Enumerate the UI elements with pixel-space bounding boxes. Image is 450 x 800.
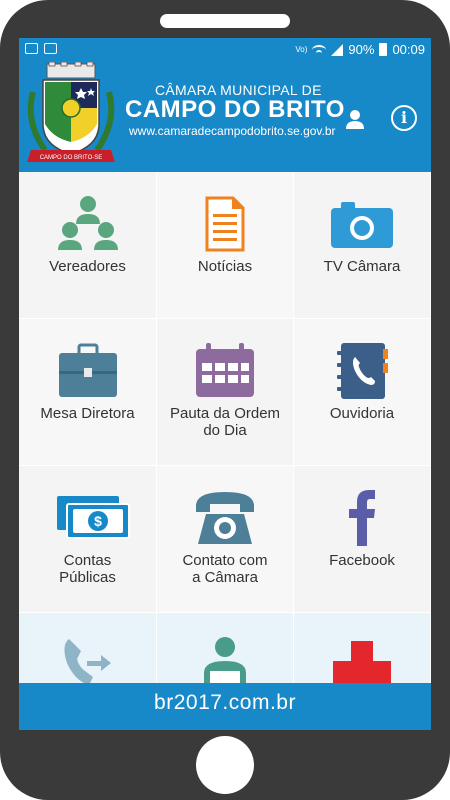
- header-title: CAMPO DO BRITO: [125, 96, 345, 123]
- menu-item-vereadores[interactable]: Vereadores: [19, 172, 157, 319]
- volte-indicator: Vo): [295, 45, 308, 54]
- phone-frame: Vo) 90% 00:09 CAMPO DO BRITO-SE CÂMARA M…: [0, 0, 450, 800]
- crest-ribbon-text: CAMPO DO BRITO-SE: [40, 155, 103, 161]
- app-screen: Vo) 90% 00:09 CAMPO DO BRITO-SE CÂMARA M…: [19, 38, 431, 730]
- councilors-icon: [57, 196, 118, 250]
- gallery-notification-icon: [25, 43, 38, 54]
- screen-notification-icon: [44, 43, 57, 54]
- header-website: www.camaradecampodobrito.se.gov.br: [129, 124, 336, 138]
- camera-icon: [331, 202, 393, 248]
- info-button[interactable]: i: [391, 105, 417, 131]
- news-document-icon: [205, 196, 245, 252]
- calendar-icon: [196, 343, 254, 397]
- menu-label: Ouvidoria: [329, 405, 395, 422]
- menu-item-contas-publicas[interactable]: $ Contas Públicas: [19, 466, 157, 613]
- telephone-icon: [196, 492, 254, 544]
- status-bar: Vo) 90% 00:09: [19, 38, 431, 62]
- app-header: CAMPO DO BRITO-SE CÂMARA MUNICIPAL DE CA…: [19, 62, 431, 172]
- menu-item-pauta[interactable]: Pauta da Ordem do Dia: [157, 319, 294, 466]
- signal-icon: [331, 43, 344, 56]
- menu-label: Contas Públicas: [59, 552, 116, 586]
- menu-label: Facebook: [329, 552, 395, 569]
- phonebook-icon: [337, 343, 388, 399]
- menu-label: Contato com a Câmara: [182, 552, 268, 586]
- footer-banner[interactable]: br2017.com.br: [19, 683, 431, 730]
- phone-speaker: [160, 14, 290, 28]
- menu-label: Mesa Diretora: [40, 405, 135, 422]
- menu-label: TV Câmara: [323, 258, 401, 275]
- clock: 00:09: [392, 42, 425, 57]
- money-icon: $: [56, 496, 130, 539]
- svg-text:$: $: [94, 513, 102, 529]
- red-cross-icon: [333, 641, 391, 691]
- menu-grid: Vereadores Notícias TV Câmara Mesa Diret…: [19, 172, 431, 730]
- info-icon: i: [400, 108, 408, 127]
- menu-item-noticias[interactable]: Notícias: [157, 172, 294, 319]
- facebook-icon: [349, 490, 375, 546]
- reader-icon: [204, 637, 246, 689]
- menu-item-facebook[interactable]: Facebook: [294, 466, 431, 613]
- menu-label: Pauta da Ordem do Dia: [169, 405, 281, 439]
- menu-label: Vereadores: [49, 258, 126, 275]
- menu-item-mesa-diretora[interactable]: Mesa Diretora: [19, 319, 157, 466]
- menu-item-ouvidoria[interactable]: Ouvidoria: [294, 319, 431, 466]
- phone-transfer-icon: [63, 639, 111, 685]
- municipal-crest-logo: CAMPO DO BRITO-SE: [27, 62, 115, 162]
- briefcase-icon: [58, 343, 117, 397]
- menu-item-contato[interactable]: Contato com a Câmara: [157, 466, 294, 613]
- user-icon[interactable]: [344, 108, 366, 130]
- menu-item-tv-camara[interactable]: TV Câmara: [294, 172, 431, 319]
- home-button[interactable]: [196, 736, 254, 794]
- menu-label: Notícias: [197, 258, 253, 275]
- wifi-icon: [312, 44, 327, 55]
- battery-percent: 90%: [348, 42, 375, 57]
- battery-icon: [379, 43, 388, 56]
